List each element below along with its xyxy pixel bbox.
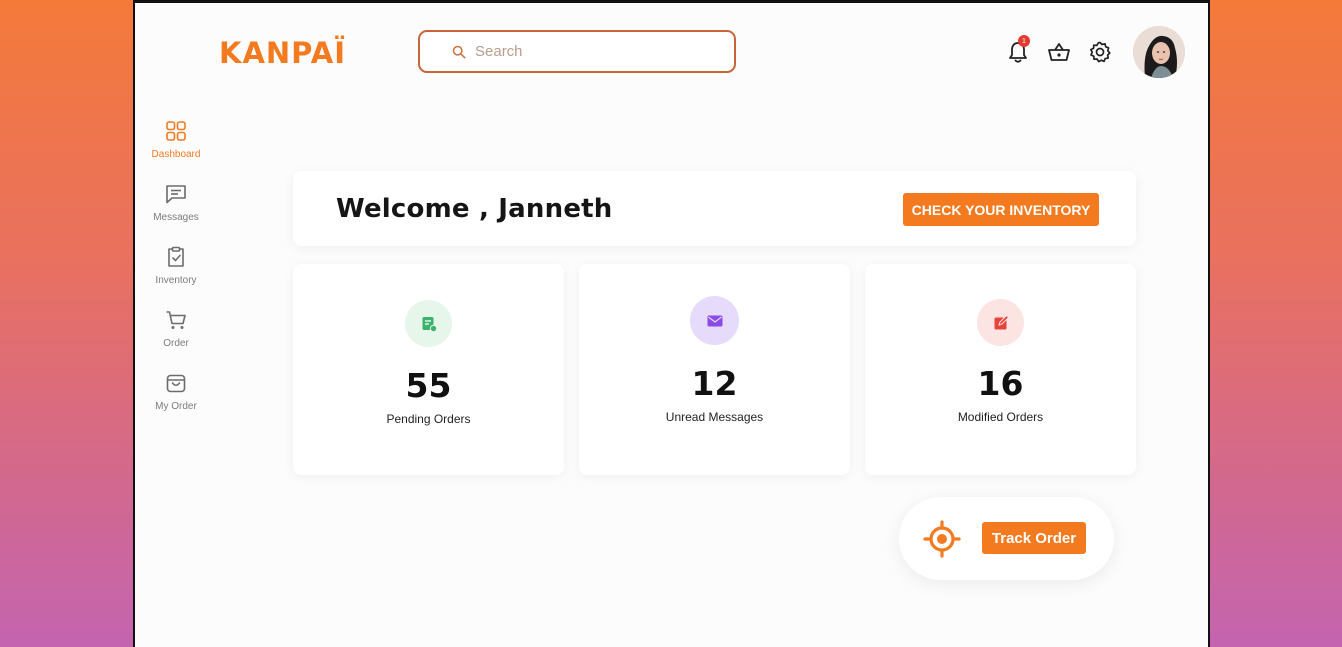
stat-value: 16 [977,364,1024,403]
sidebar-item-order[interactable]: Order [135,308,217,371]
stat-label: Unread Messages [665,410,764,424]
kanpai-logo[interactable]: KANPAÏ [219,36,346,70]
user-avatar[interactable] [1133,26,1185,78]
edit-icon [977,299,1024,346]
track-order-button[interactable]: Track Order [982,522,1086,554]
notifications-button[interactable]: 1 [1005,35,1031,65]
stat-card-pending-orders[interactable]: 55 Pending Orders [293,264,564,475]
stat-card-modified-orders[interactable]: 16 Modified Orders [865,264,1136,475]
welcome-card: Welcome , Janneth CHECK YOUR INVENTORY [293,171,1136,246]
clipboard-check-icon [168,246,184,267]
dashboard-grid-icon [166,121,186,141]
basket-icon [1048,43,1070,61]
sidebar-item-label: My Order [155,401,197,412]
sidebar-item-inventory[interactable]: Inventory [135,245,217,308]
sidebar-item-my-order[interactable]: My Order [135,371,217,434]
sidebar-item-label: Dashboard [151,149,201,160]
message-icon [166,185,186,204]
check-inventory-button[interactable]: CHECK YOUR INVENTORY [903,193,1099,226]
stat-card-unread-messages[interactable]: 12 Unread Messages [579,264,850,475]
order-list-icon [405,300,452,347]
sidebar: Dashboard Messages Inventory Order My Or… [135,119,217,434]
avatar-portrait [1133,26,1185,78]
sidebar-item-messages[interactable]: Messages [135,182,217,245]
gear-icon [1089,41,1111,63]
settings-button[interactable] [1087,39,1113,65]
track-order-widget: Track Order [899,497,1114,580]
stat-label: Modified Orders [957,410,1044,424]
app-window: KANPAÏ 1 [133,0,1210,647]
stat-label: Pending Orders [386,412,471,426]
sidebar-item-dashboard[interactable]: Dashboard [135,119,217,182]
stat-value: 55 [405,366,452,405]
bag-icon [166,374,186,393]
target-icon[interactable] [923,520,961,558]
header-icons: 1 [1005,35,1128,65]
search-icon [452,45,466,58]
cart-icon [166,311,186,329]
search-box[interactable] [418,30,736,73]
basket-button[interactable] [1046,39,1072,65]
welcome-heading: Welcome , Janneth [336,194,613,224]
sidebar-item-label: Order [163,338,189,349]
sidebar-item-label: Inventory [155,275,197,286]
sidebar-item-label: Messages [153,212,199,223]
notification-badge: 1 [1018,35,1030,47]
search-input[interactable] [475,43,715,60]
stat-value: 12 [691,364,738,403]
envelope-icon [690,296,739,345]
